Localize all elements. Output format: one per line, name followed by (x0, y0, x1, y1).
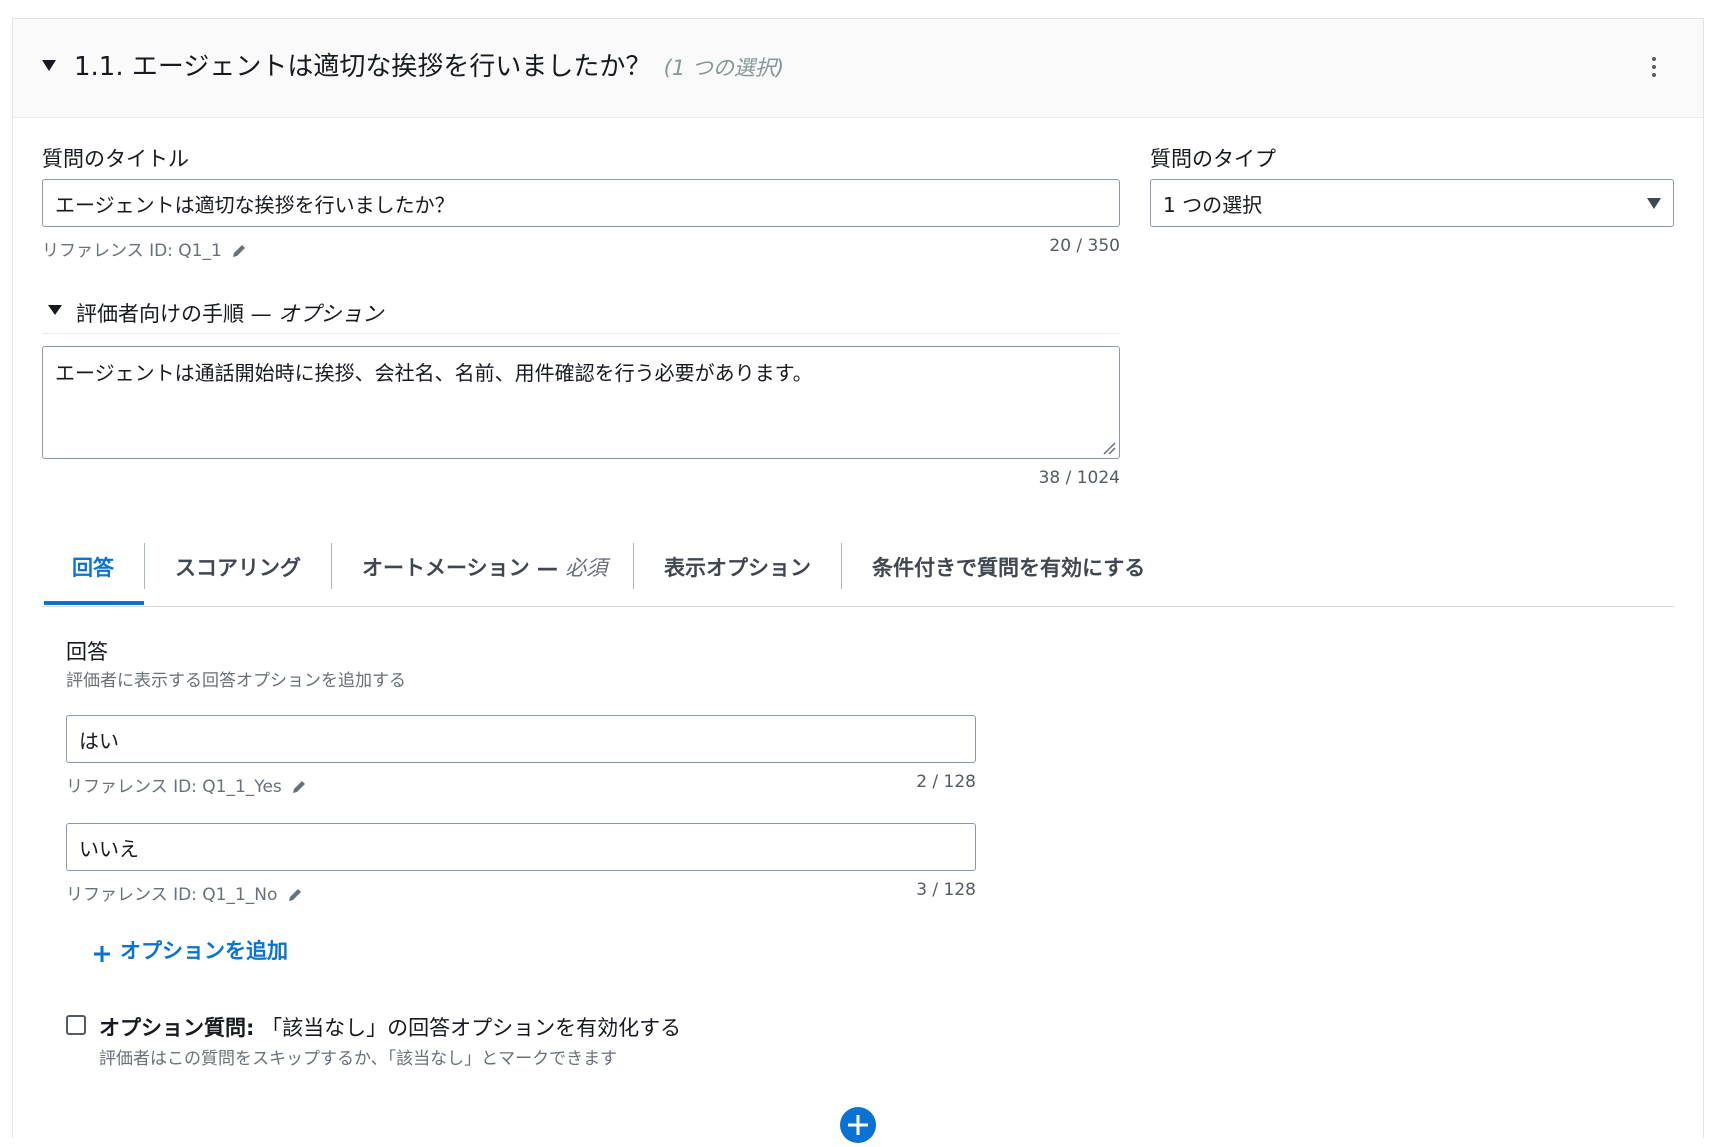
instructions-caret-icon[interactable] (48, 305, 62, 315)
tabs-divider (42, 606, 1674, 607)
instructions-optional: オプション (278, 302, 384, 326)
tab-display-options[interactable]: 表示オプション (664, 552, 811, 582)
optional-question-text: 「該当なし」の回答オプションを有効化する (261, 1016, 682, 1040)
tab-answers[interactable]: 回答 (72, 552, 114, 582)
instructions-label: 評価者向けの手順 — (76, 302, 272, 326)
question-type-value: 1 つの選択 (1163, 192, 1263, 217)
plus-icon (848, 1115, 868, 1135)
tab-automation-label: オートメーション — (362, 556, 558, 580)
instructions-divider (42, 333, 1120, 334)
more-actions-icon[interactable] (1652, 57, 1656, 81)
answer-char-count: 3 / 128 (916, 880, 976, 900)
instructions-char-count: 38 / 1024 (1038, 468, 1120, 488)
plus-icon (94, 945, 110, 962)
tab-scoring[interactable]: スコアリング (175, 552, 301, 582)
question-type-select[interactable]: 1 つの選択 (1150, 179, 1674, 227)
edit-pencil-icon[interactable] (291, 779, 307, 795)
answer-char-count: 2 / 128 (916, 772, 976, 792)
optional-question-checkbox[interactable] (66, 1015, 86, 1035)
answer-option-input[interactable]: はい (66, 715, 976, 763)
instructions-textarea[interactable]: エージェントは通話開始時に挨拶、会社名、名前、用件確認を行う必要があります。 (42, 346, 1120, 459)
answers-heading: 回答 (66, 640, 108, 664)
tab-conditional[interactable]: 条件付きで質問を有効にする (872, 552, 1145, 582)
optional-question-label[interactable]: オプション質問: 「該当なし」の回答オプションを有効化する (99, 1012, 681, 1042)
answer-reference-id[interactable]: リファレンス ID: Q1_1_Yes (66, 772, 307, 797)
answers-description: 評価者に表示する回答オプションを追加する (66, 671, 406, 691)
instructions-text: エージェントは通話開始時に挨拶、会社名、名前、用件確認を行う必要があります。 (55, 361, 813, 385)
question-number: 1.1. (74, 52, 124, 82)
add-question-icon[interactable] (840, 1107, 876, 1143)
tab-automation-required: 必須 (565, 556, 608, 580)
answer-reference-id[interactable]: リファレンス ID: Q1_1_No (66, 880, 303, 905)
tab-separator (144, 543, 145, 589)
title-reference-id[interactable]: リファレンス ID: Q1_1 (42, 236, 247, 261)
tab-separator (331, 543, 332, 589)
question-type-note: (1 つの選択) (663, 56, 785, 80)
tab-separator (841, 543, 842, 589)
edit-pencil-icon[interactable] (287, 887, 303, 903)
question-title-label: 質問のタイトル (42, 147, 189, 171)
title-reference-text: リファレンス ID: Q1_1 (42, 241, 222, 261)
answer-reference-text: リファレンス ID: Q1_1_Yes (66, 777, 282, 797)
title-char-count: 20 / 350 (1049, 236, 1120, 256)
edit-pencil-icon[interactable] (231, 243, 247, 259)
tab-separator (633, 543, 634, 589)
question-title: エージェントは適切な挨拶を行いましたか？ (131, 52, 652, 82)
dropdown-caret-icon (1647, 197, 1661, 209)
answer-reference-text: リファレンス ID: Q1_1_No (66, 885, 278, 905)
active-tab-indicator (44, 601, 144, 605)
question-type-label: 質問のタイプ (1150, 147, 1276, 171)
resize-handle-icon[interactable] (1102, 441, 1116, 455)
optional-question-description: 評価者はこの質問をスキップするか、「該当なし」とマークできます (99, 1049, 618, 1069)
answer-option-input[interactable]: いいえ (66, 823, 976, 871)
instructions-toggle[interactable]: 評価者向けの手順 — オプション (76, 298, 383, 328)
add-option-button[interactable]: オプションを追加 (92, 935, 288, 965)
question-title-input[interactable]: エージェントは適切な挨拶を行いましたか？ (42, 179, 1120, 227)
tab-automation[interactable]: オートメーション — 必須 (362, 552, 607, 582)
add-option-label: オプションを追加 (120, 939, 288, 963)
question-heading: 1.1. エージェントは適切な挨拶を行いましたか？ (1 つの選択) (74, 46, 784, 83)
collapse-caret-icon[interactable] (42, 60, 56, 71)
optional-question-bold: オプション質問: (99, 1016, 255, 1040)
